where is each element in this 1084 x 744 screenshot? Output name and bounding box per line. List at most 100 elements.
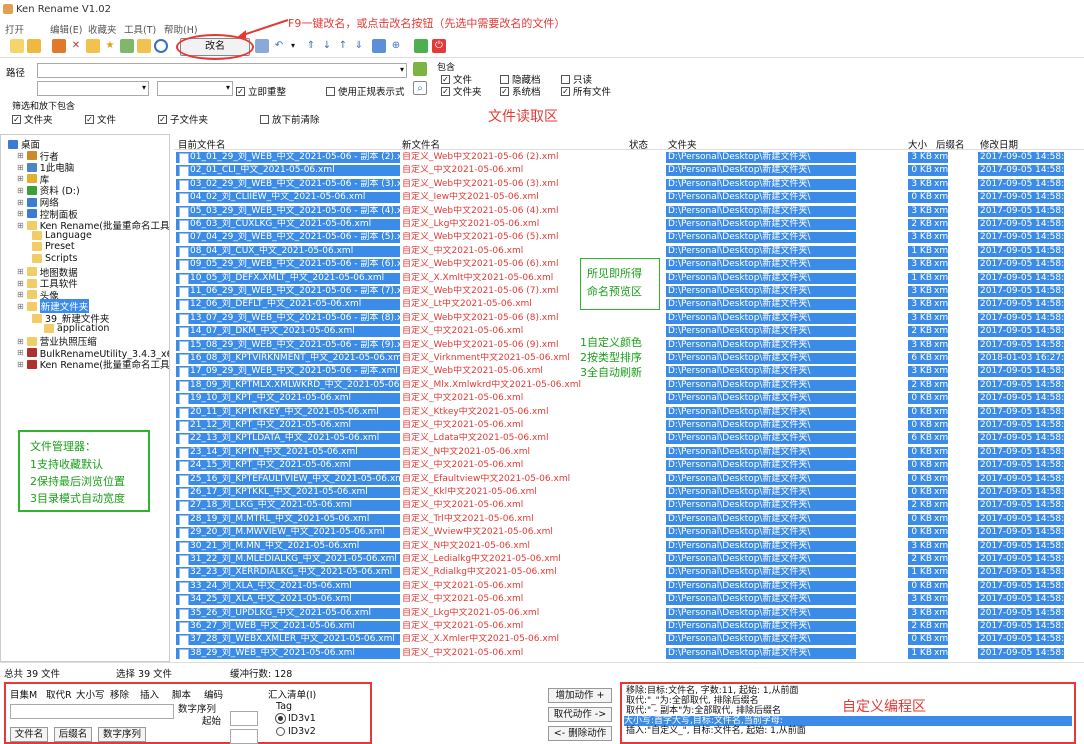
move-down-icon[interactable]: ↓	[320, 39, 334, 53]
col-size[interactable]: 大小	[908, 137, 927, 151]
table-row[interactable]: 33_24_刘_XLA_中文_2021-05-06.xml 自定义_中文2021-…	[174, 580, 1084, 593]
table-row[interactable]: 24_15_刘_KPT_中文_2021-05-06.xml 自定义_中文2021-…	[174, 459, 1084, 472]
folder-tree[interactable]: 桌面 ⊞ 行者 ⊞ 1此电脑 ⊞ 库 ⊞ 资料 (D:) ⊞ 网络 ⊞ 控制面板 ⊞ Ken Rename(…	[0, 134, 170, 662]
tab-remove[interactable]: 移除	[110, 687, 129, 701]
expand-icon[interactable]: ⊞	[17, 337, 24, 346]
tab-encoding[interactable]: 编码	[204, 687, 223, 701]
table-row[interactable]: 25_16_刘_KPTEFAULTVIEW_中文_2021-05-06.xml 自…	[174, 473, 1084, 486]
new-icon[interactable]	[10, 39, 24, 53]
table-row[interactable]: 36_27_刘_WEB_中文_2021-05-06.xml 自定义_中文2021-…	[174, 620, 1084, 633]
tab-directory[interactable]: 目集M	[10, 687, 37, 701]
table-row[interactable]: 13_07_29_刘_WEB_中文_2021-05-06 - 副本 (8).xm…	[174, 312, 1084, 325]
open-folder-icon[interactable]	[27, 39, 41, 53]
tree-node[interactable]: application	[41, 323, 109, 334]
allfiles-checkbox[interactable]: ✓ 所有文件	[561, 84, 611, 98]
undo-icon[interactable]: ↶	[272, 39, 286, 53]
extension-button[interactable]: 后缀名	[54, 727, 92, 742]
col-new-name[interactable]: 新文件名	[402, 137, 440, 151]
col-ext[interactable]: 后缀名	[936, 137, 965, 151]
tree-node[interactable]: Preset	[29, 241, 75, 252]
table-row[interactable]: 30_21_刘_M.MN_中文_2021-05-06.xml 自定义_N中文202…	[174, 540, 1084, 553]
table-row[interactable]: 28_19_刘_M.MTRL_中文_2021-05-06.xml 自定义_Trl中…	[174, 513, 1084, 526]
replace-action-button[interactable]: 取代动作 ->	[548, 707, 612, 722]
refresh-checkbox[interactable]: ✓ 立即重整	[236, 84, 286, 98]
remove-action-button[interactable]: <- 删除动作	[548, 726, 612, 741]
include-folder-checkbox[interactable]: ✓ 文件夹	[441, 84, 482, 98]
action-item-selected[interactable]: 大小写:首字大写,目标:文件名,当前字母:	[624, 716, 1072, 726]
grid-icon[interactable]	[414, 39, 428, 53]
col-old-name[interactable]: 目前文件名	[178, 137, 226, 151]
start-spinner[interactable]	[230, 711, 258, 726]
col-folder[interactable]: 文件夹	[668, 137, 697, 151]
expand-icon[interactable]: ⊞	[17, 221, 24, 230]
table-row[interactable]: 35_26_刘_UPDLKG_中文_2021-05-06.xml 自定义_Lkg中…	[174, 607, 1084, 620]
options-icon[interactable]	[255, 39, 269, 53]
files-checkbox[interactable]: ✓ 文件	[85, 112, 116, 126]
table-row[interactable]: 08_04_刘_CUX_中文_2021-05-06.xml 自定义_中文2021-…	[174, 245, 1084, 258]
power-icon[interactable]: ⏻	[432, 39, 446, 53]
action-item[interactable]: 插入:"自定义_", 目标:文件名, 起始: 1,从前面	[626, 726, 806, 736]
table-row[interactable]: 04_02_刘_CLIIEW_中文_2021-05-06.xml 自定义_Iew中…	[174, 191, 1084, 204]
menu-help[interactable]: 帮助(H)	[164, 22, 198, 36]
table-row[interactable]: 21_12_刘_KPT_中文_2021-05-06.xml 自定义_中文2021-…	[174, 419, 1084, 432]
mask-combo[interactable]: ▾	[157, 81, 233, 96]
table-row[interactable]: 26_17_刘_KPTKKL_中文_2021-05-06.xml 自定义_Kkl中…	[174, 486, 1084, 499]
preview-icon[interactable]	[372, 39, 386, 53]
table-row[interactable]: 32_23_刘_XERRDIALKG_中文_2021-05-06.xml 自定义_…	[174, 566, 1084, 579]
expand-icon[interactable]: ⊞	[17, 198, 24, 207]
star-icon[interactable]: ★	[103, 39, 117, 53]
table-row[interactable]: 20_11_刘_KPTKTKEY_中文_2021-05-06.xml 自定义_Kt…	[174, 406, 1084, 419]
refresh-icon[interactable]	[52, 39, 66, 53]
tab-replace[interactable]: 取代R	[46, 687, 72, 701]
regex-checkbox[interactable]: 使用正规表示式	[326, 84, 405, 98]
table-row[interactable]: 34_25_刘_XLA_中文_2021-05-06.xml 自定义_中文2021-…	[174, 593, 1084, 606]
tree-node[interactable]: Language	[29, 230, 92, 241]
go-folder-icon[interactable]	[413, 62, 427, 76]
preset-icon[interactable]	[120, 39, 134, 53]
action-item[interactable]: 移除:目标:文件名, 字数:11, 起始: 1,从前面	[626, 686, 798, 696]
folders-checkbox[interactable]: ✓ 文件夹	[12, 112, 53, 126]
expand-icon[interactable]: ⊞	[17, 186, 24, 195]
id3v2-radio[interactable]: ID3v2	[276, 726, 316, 737]
expand-icon[interactable]: ⊞	[17, 279, 24, 288]
table-row[interactable]: 29_20_刘_M.MWVIEW_中文_2021-05-06.xml 自定义_Wv…	[174, 526, 1084, 539]
expand-icon[interactable]: ⊞	[17, 290, 24, 299]
expand-icon[interactable]: ⊞	[17, 360, 24, 369]
expand-icon[interactable]: ⊞	[17, 151, 24, 160]
delete-icon[interactable]: ✕	[69, 39, 83, 53]
col-state[interactable]: 状态	[629, 137, 648, 151]
expand-icon[interactable]: ⊞	[17, 348, 24, 357]
action-item[interactable]: 取代:" - 副本"为:全部取代, 排除后缀名	[626, 706, 781, 716]
action-item[interactable]: 取代:"_"为:全部取代, 排除后缀名	[626, 696, 759, 706]
path-input[interactable]: ▾	[37, 63, 407, 78]
system-checkbox[interactable]: ✓ 系统档	[500, 84, 541, 98]
file-list[interactable]: 目前文件名 新文件名 状态 文件夹 大小 后缀名 修改日期 01_01_29_刘…	[174, 134, 1084, 662]
tab-case[interactable]: 大小写	[76, 687, 105, 701]
expand-icon[interactable]: ⊞	[17, 302, 24, 311]
download-icon[interactable]: ⊕	[389, 39, 403, 53]
insert-list-link[interactable]: 汇入清单(I)	[268, 687, 316, 701]
clear-checkbox[interactable]: 放下前清除	[260, 112, 320, 126]
table-row[interactable]: 37_28_刘_WEBX.XMLER_中文_2021-05-06.xml 自定义_…	[174, 633, 1084, 646]
filter-combo[interactable]: ▾	[37, 81, 149, 96]
insert-text-input[interactable]	[10, 704, 174, 719]
folder-open-icon[interactable]	[137, 39, 151, 53]
table-row[interactable]: 06_03_刘_CUXLKG_中文_2021-05-06.xml 自定义_Lkg中…	[174, 218, 1084, 231]
action-list[interactable]: 移除:目标:文件名, 字数:11, 起始: 1,从前面 取代:"_"为:全部取代…	[620, 682, 1076, 744]
subfolders-checkbox[interactable]: ✓ 子文件夹	[158, 112, 208, 126]
table-row[interactable]: 05_03_29_刘_WEB_中文_2021-05-06 - 副本 (4).xm…	[174, 205, 1084, 218]
search-icon[interactable]: ⌕	[413, 81, 427, 95]
table-row[interactable]: 01_01_29_刘_WEB_中文_2021-05-06 - 副本 (2).xm…	[174, 151, 1084, 164]
id3v1-radio[interactable]: ID3v1	[275, 713, 316, 724]
table-row[interactable]: 02_01_CLI_中文_2021-05-06.xml 自定义_中文2021-05…	[174, 164, 1084, 177]
table-row[interactable]: 31_22_刘_M.MLEDIALKG_中文_2021-05-06.xml 自定义…	[174, 553, 1084, 566]
table-row[interactable]: 18_09_刘_KPTMLX.XMLWKRD_中文_2021-05-06.xml…	[174, 379, 1084, 392]
tab-insert[interactable]: 插入	[140, 687, 159, 701]
tab-script[interactable]: 脚本	[172, 687, 191, 701]
table-row[interactable]: 22_13_刘_KPTLDATA_中文_2021-05-06.xml 自定义_Ld…	[174, 432, 1084, 445]
expand-icon[interactable]: ⊞	[17, 174, 24, 183]
dropdown-icon[interactable]: ▾	[286, 39, 300, 53]
add-action-button[interactable]: 增加动作 +	[548, 688, 612, 703]
target-icon[interactable]	[154, 39, 168, 53]
menu-open[interactable]: 打开	[5, 22, 24, 36]
